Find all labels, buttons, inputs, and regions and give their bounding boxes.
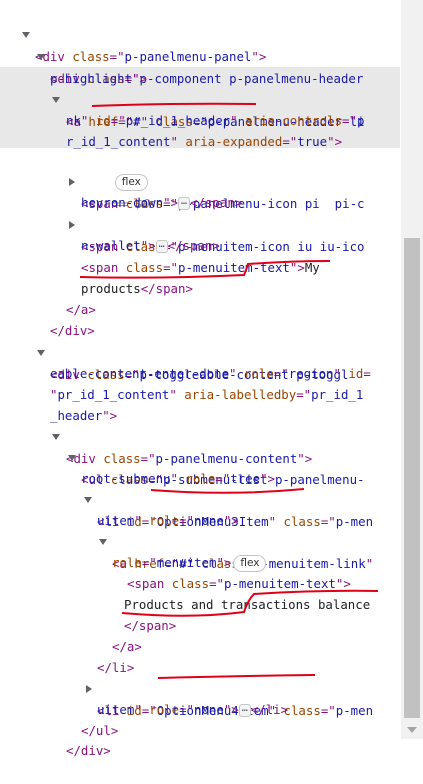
scroll-down-arrow-icon[interactable]: [407, 727, 417, 733]
node-toggleable-content[interactable]: <div class="p-toggleable-content p-toggl: [0, 320, 400, 382]
node-toggleable-cont: eable-content-enter-done" role="region" …: [0, 341, 400, 381]
node-menuitem-text-2-cont: </span>: [0, 593, 400, 633]
node-menuitem-text-2-cont: Products and transactions balance: [0, 572, 400, 612]
node-wallet-span-cont: n-wallet">… </span>: [0, 213, 400, 253]
node-close-a: </a>: [0, 277, 400, 317]
scrollbar-thumb[interactable]: [404, 238, 420, 718]
node-panelmenu-panel[interactable]: <div class="p-panelmenu-panel">: [0, 2, 400, 64]
node-close-li: </li>: [0, 635, 400, 675]
node-menuitem-text-2[interactable]: <span class="p-menuitem-text">: [0, 551, 400, 591]
node-li-option3[interactable]: <li id="OptionMenu3Item" class="p-men: [0, 467, 400, 529]
node-close-div: </div>: [0, 298, 400, 338]
node-close-a: </a>: [0, 614, 400, 654]
node-close-ul: </ul>: [0, 698, 400, 738]
node-submenu-list-cont: root-submenu" role="tree">: [0, 446, 400, 486]
node-chevron-span-cont: hevron-down">… </span>: [0, 170, 400, 210]
node-menuitem-text[interactable]: <span class="p-menuitem-text">My: [0, 235, 400, 275]
node-close-div: </div>: [0, 718, 400, 758]
node-wallet-span[interactable]: <span class="p-menuitem-icon iu iu-ico: [0, 192, 400, 254]
node-header-link[interactable]: <a href="#" class="p-panelmenu-header-li: [0, 67, 400, 129]
token-tag: </div>: [66, 743, 111, 758]
node-toggleable-cont: "pr_id_1_content" aria-labelledby="pr_id…: [0, 362, 400, 402]
node-panelmenu-header[interactable]: <div class="p-component p-panelmenu-head…: [0, 24, 400, 86]
node-panelmenu-content[interactable]: <div class="p-panelmenu-content">: [0, 404, 400, 466]
node-menuitem-link[interactable]: <a href="#" class="p-menuitem-link": [0, 509, 400, 571]
node-menuitem-text-cont: products</span>: [0, 256, 400, 296]
node-toggleable-cont: _header">: [0, 383, 400, 423]
node-li-option3-cont: uitem" role="none">: [0, 488, 400, 528]
node-submenu-list[interactable]: <ul class="p-submenu-list p-panelmenu-: [0, 425, 400, 487]
node-badge-row: flex == $0: [0, 127, 400, 211]
node-li-option4-cont: uitem" role="none">… </li>: [0, 677, 400, 717]
node-li-option4[interactable]: <li id="OptionMenu4Item" class="p-men: [0, 656, 400, 718]
node-header-link-cont: nk" id="pr_id_1_header" aria-controls="p: [0, 88, 400, 128]
node-menuitem-link-cont: role="menuitem"> flex: [0, 530, 400, 572]
code-line: </div>: [66, 740, 111, 762]
node-panelmenu-header-cont: p-highlight">: [0, 46, 400, 86]
node-chevron-span[interactable]: <span class="p-panelmenu-icon pi pi-c: [0, 149, 400, 211]
